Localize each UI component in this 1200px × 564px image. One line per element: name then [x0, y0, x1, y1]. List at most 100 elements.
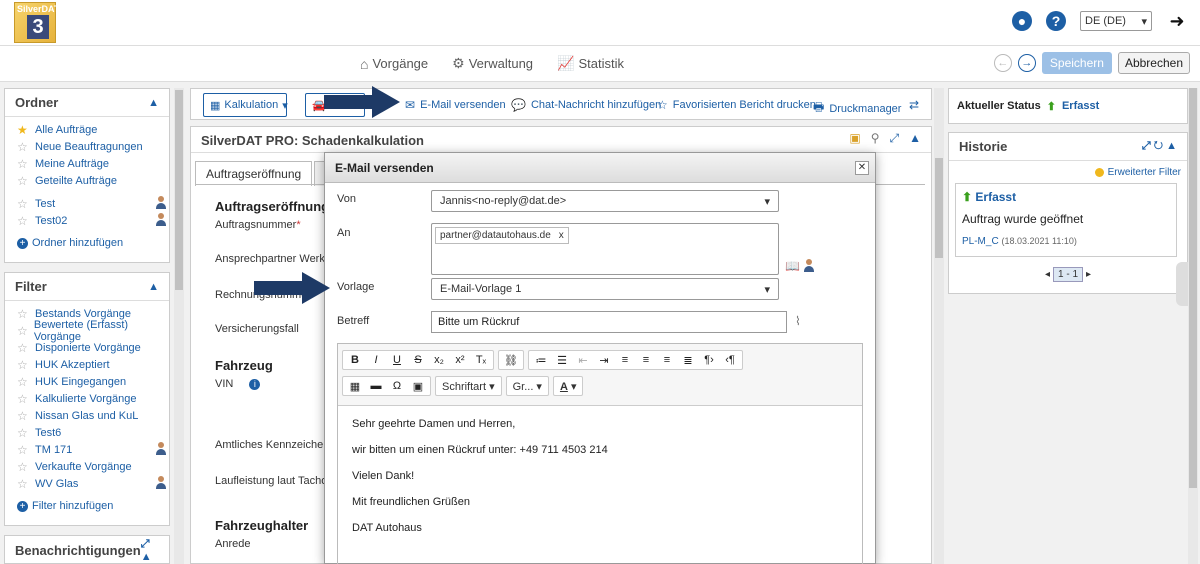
outdent-icon[interactable]: ⇤ [573, 354, 593, 367]
print-report-button[interactable]: ☆ Favorisierten Bericht drucken [657, 98, 816, 112]
folder-item[interactable]: ☆ Test02 [17, 212, 167, 229]
entry-user[interactable]: PL-M_C [962, 236, 999, 247]
chevron-up-icon[interactable]: ▲ [148, 97, 159, 109]
horizontal-rule-icon[interactable]: ▬ [366, 380, 386, 392]
folder-item[interactable]: ☆ Neue Beauftragungen [17, 138, 167, 155]
align-left-icon[interactable]: ≡ [615, 354, 635, 366]
side-drawer-handle[interactable] [1176, 262, 1188, 306]
add-folder-link[interactable]: + Ordner hinzufügen [5, 229, 169, 249]
template-select[interactable]: E-Mail-Vorlage 1 ▾ [431, 278, 779, 300]
filter-item[interactable]: ☆ Verkaufte Vorgänge [17, 458, 167, 475]
rtl-icon[interactable]: ‹¶ [720, 354, 740, 366]
star-outline-icon: ☆ [17, 476, 28, 491]
filter-item[interactable]: ☆ Disponierte Vorgänge [17, 339, 167, 356]
user-icon[interactable]: ● [1012, 11, 1032, 31]
folder-item[interactable]: ★ Alle Aufträge [17, 121, 167, 138]
superscript-button[interactable]: x² [450, 354, 470, 366]
ordner-header[interactable]: Ordner ▲ [5, 89, 169, 117]
filter-item[interactable]: ☆ WV Glas [17, 475, 167, 492]
contact-icon[interactable] [803, 259, 815, 273]
link-icon[interactable]: ⛓ [501, 354, 521, 367]
back-button[interactable]: ← [993, 54, 1012, 72]
filter-item[interactable]: ☆ Test6 [17, 424, 167, 441]
cancel-button[interactable]: Abbrechen [1117, 52, 1190, 74]
special-char-icon[interactable]: Ω [387, 380, 407, 392]
transfer-button[interactable]: ⇄ [909, 98, 919, 112]
text-color-dropdown[interactable]: A ▾ [552, 376, 584, 396]
size-dropdown[interactable]: Gr... ▾ [505, 376, 549, 396]
next-page-icon[interactable]: ▸ [1086, 269, 1091, 280]
chevron-up-icon[interactable]: ▲ [148, 281, 159, 293]
remove-icon[interactable]: x [559, 230, 564, 241]
attachment-icon[interactable]: ⌇ [795, 314, 801, 328]
scroll-thumb[interactable] [1189, 88, 1197, 488]
chevron-up-icon[interactable]: ▲ [909, 131, 921, 146]
address-book-icon[interactable]: 📖 [785, 259, 800, 273]
main-scrollbar[interactable] [934, 88, 944, 564]
logout-icon[interactable]: ➜ [1166, 10, 1188, 32]
nav-statistik[interactable]: 📈 Statistik [557, 55, 624, 72]
italic-button[interactable]: I [366, 354, 386, 366]
folder-item[interactable]: ☆ Test [17, 195, 167, 212]
save-button[interactable]: Speichern [1041, 52, 1112, 74]
strikethrough-button[interactable]: S [408, 354, 428, 366]
image-icon[interactable]: ▣ [408, 380, 428, 393]
editor-body[interactable]: Sehr geehrte Damen und Herren, wir bitte… [338, 406, 862, 560]
plus-icon: + [17, 237, 28, 249]
prev-page-icon[interactable]: ◂ [1045, 269, 1050, 280]
subscript-button[interactable]: x₂ [429, 354, 449, 366]
scroll-thumb[interactable] [175, 90, 183, 290]
ltr-icon[interactable]: ¶› [699, 354, 719, 366]
indent-icon[interactable]: ⇥ [594, 354, 614, 367]
advanced-filter-link[interactable]: Erweiterter Filter [1094, 167, 1181, 178]
dossier-icon[interactable]: ▣ [849, 131, 860, 146]
close-icon[interactable]: ✕ [855, 161, 869, 175]
history-header[interactable]: Historie ⤢ ↻ ▲ [949, 133, 1187, 161]
filter-item[interactable]: ☆ HUK Akzeptiert [17, 356, 167, 373]
silverdat-logo[interactable]: SilverDAT 3 [14, 2, 59, 43]
star-outline-icon: ☆ [17, 374, 28, 389]
left-scrollbar[interactable] [174, 88, 184, 564]
forward-button[interactable]: → [1017, 54, 1036, 72]
filter-item[interactable]: ☆ HUK Eingegangen [17, 373, 167, 390]
von-select[interactable]: Jannis<no-reply@dat.de> ▾ [431, 190, 779, 212]
underline-button[interactable]: U [387, 354, 407, 366]
add-chat-button[interactable]: 💬 Chat-Nachricht hinzufügen [511, 98, 661, 112]
history-controls[interactable]: ⤢ ↻ ▲ [1142, 140, 1177, 153]
bullet-list-icon[interactable]: ☰ [552, 354, 572, 367]
numbered-list-icon[interactable]: ≔ [531, 354, 551, 367]
table-icon[interactable]: ▦ [345, 380, 365, 393]
info-icon[interactable]: i [249, 379, 261, 390]
folder-item[interactable]: ☆ Geteilte Aufträge [17, 172, 167, 189]
send-email-button[interactable]: ✉ E-Mail versenden [405, 98, 506, 112]
print-manager-button[interactable]: 🖶 Druckmanager [813, 98, 901, 119]
filter-item[interactable]: ☆ Nissan Glas und KuL [17, 407, 167, 424]
tab-auftragseroeffnung[interactable]: Auftragseröffnung [195, 161, 313, 186]
person-icon [155, 442, 167, 456]
subject-input[interactable]: Bitte um Rückruf [431, 311, 787, 333]
recipient-field[interactable]: partner@datautohaus.de x [431, 223, 779, 275]
expand-icon[interactable]: ⤢ ▲ [141, 538, 159, 563]
help-icon[interactable]: ? [1046, 11, 1066, 31]
folder-item[interactable]: ☆ Meine Aufträge [17, 155, 167, 172]
scroll-thumb[interactable] [935, 158, 943, 258]
filter-item[interactable]: ☆ Kalkulierte Vorgänge [17, 390, 167, 407]
nav-vorgaenge[interactable]: ⌂ Vorgänge [360, 55, 428, 72]
bold-button[interactable]: B [345, 354, 365, 366]
filter-item[interactable]: ☆ Bewertete (Erfasst) Vorgänge [17, 319, 167, 343]
align-center-icon[interactable]: ≡ [636, 354, 656, 366]
filter-header[interactable]: Filter ▲ [5, 273, 169, 301]
filter-item[interactable]: ☆ TM 171 [17, 441, 167, 458]
nav-verwaltung[interactable]: ⚙ Verwaltung [452, 55, 533, 72]
font-dropdown[interactable]: Schriftart ▾ [435, 376, 502, 396]
clear-format-button[interactable]: Tₓ [471, 354, 491, 366]
align-right-icon[interactable]: ≡ [657, 354, 677, 366]
expand-icon[interactable]: ⤢ [890, 131, 900, 146]
justify-icon[interactable]: ≣ [678, 354, 698, 367]
add-filter-link[interactable]: + Filter hinzufügen [5, 492, 169, 512]
language-select[interactable]: DE (DE) ▾ [1080, 11, 1152, 31]
kalkulation-select[interactable]: ▦ Kalkulation ▾ [203, 93, 288, 117]
link-icon[interactable]: ⚲ [871, 131, 880, 146]
notifications-header[interactable]: Benachrichtigungen ⤢ ▲ [5, 536, 169, 564]
right-scrollbar[interactable] [1188, 88, 1198, 564]
